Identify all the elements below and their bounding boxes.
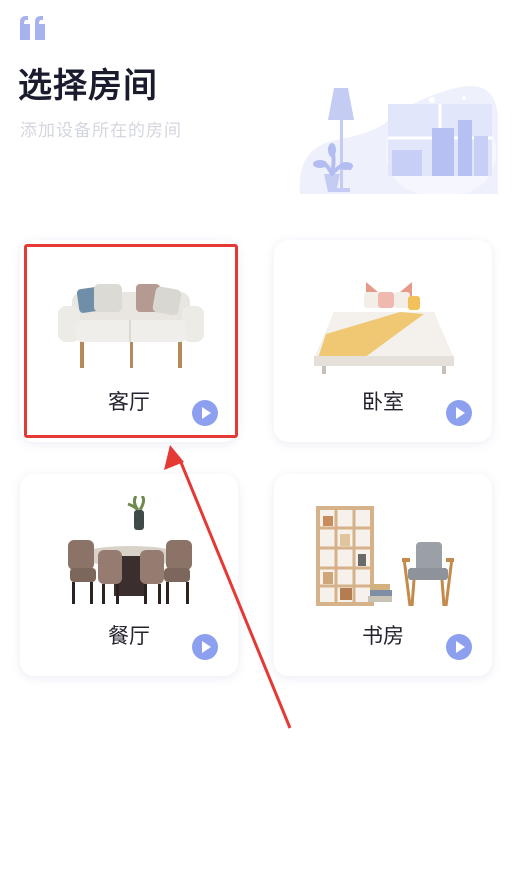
play-icon[interactable] bbox=[446, 634, 472, 660]
room-card-dining-room[interactable]: 餐厅 bbox=[20, 474, 238, 676]
room-illustration bbox=[299, 86, 498, 194]
room-card-study[interactable]: 书房 bbox=[274, 474, 492, 676]
selection-highlight bbox=[24, 244, 238, 438]
page-subtitle: 添加设备所在的房间 bbox=[20, 121, 182, 141]
dining-table-icon bbox=[68, 496, 192, 604]
play-icon[interactable] bbox=[446, 400, 472, 426]
quote-icon bbox=[20, 16, 45, 40]
room-card-bedroom[interactable]: 卧室 bbox=[274, 240, 492, 442]
bookshelf-icon bbox=[316, 506, 454, 607]
bed-icon bbox=[314, 282, 454, 374]
play-icon[interactable] bbox=[192, 634, 218, 660]
page-title: 选择房间 bbox=[18, 66, 158, 106]
